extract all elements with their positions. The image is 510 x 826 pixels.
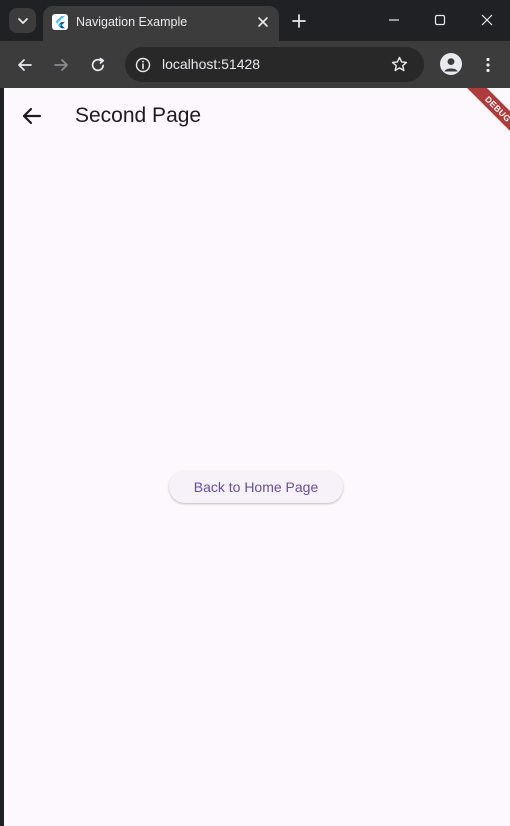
window-close-button[interactable] <box>479 12 495 28</box>
page-title: Second Page <box>75 104 202 127</box>
tab-close-button[interactable] <box>254 13 272 31</box>
app-bar: Second Page <box>4 88 510 144</box>
browser-tab-strip: Navigation Example <box>0 0 510 41</box>
maximize-button[interactable] <box>432 12 448 28</box>
browser-menu-button[interactable] <box>478 55 498 75</box>
close-icon <box>258 17 268 27</box>
star-icon <box>391 56 408 72</box>
bookmark-button[interactable] <box>390 55 409 74</box>
address-url[interactable]: localhost:51428 <box>162 56 260 72</box>
back-nav-button[interactable] <box>15 55 35 75</box>
plus-icon <box>292 14 306 28</box>
browser-toolbar: localhost:51428 <box>0 41 510 88</box>
maximize-icon <box>434 14 446 26</box>
minimize-icon <box>389 19 399 21</box>
chevron-down-icon <box>17 17 28 24</box>
new-tab-button[interactable] <box>289 11 309 31</box>
forward-nav-button[interactable] <box>51 55 71 75</box>
info-icon <box>135 57 151 73</box>
reload-button[interactable] <box>88 55 108 75</box>
back-button[interactable] <box>14 98 50 134</box>
person-icon <box>444 58 458 72</box>
close-icon <box>481 14 493 26</box>
back-to-home-button[interactable]: Back to Home Page <box>169 471 343 503</box>
address-bar[interactable]: localhost:51428 <box>125 47 424 82</box>
tab-search-button[interactable] <box>9 8 36 33</box>
browser-tab[interactable]: Navigation Example <box>43 6 279 41</box>
more-vert-icon <box>486 57 490 73</box>
arrow-left-icon <box>18 59 32 71</box>
debug-banner-label: DEBUG <box>463 88 510 144</box>
arrow-right-icon <box>54 59 68 71</box>
arrow-back-icon <box>22 107 42 125</box>
tab-title: Navigation Example <box>76 15 188 29</box>
app-viewport: Second Page Back to Home Page DEBUG <box>4 88 510 826</box>
flutter-logo-icon <box>52 14 68 30</box>
debug-banner: DEBUG <box>450 88 510 148</box>
profile-avatar-button[interactable] <box>440 53 462 75</box>
site-info-button[interactable] <box>134 56 152 74</box>
reload-icon <box>91 57 105 72</box>
minimize-button[interactable] <box>386 12 402 28</box>
